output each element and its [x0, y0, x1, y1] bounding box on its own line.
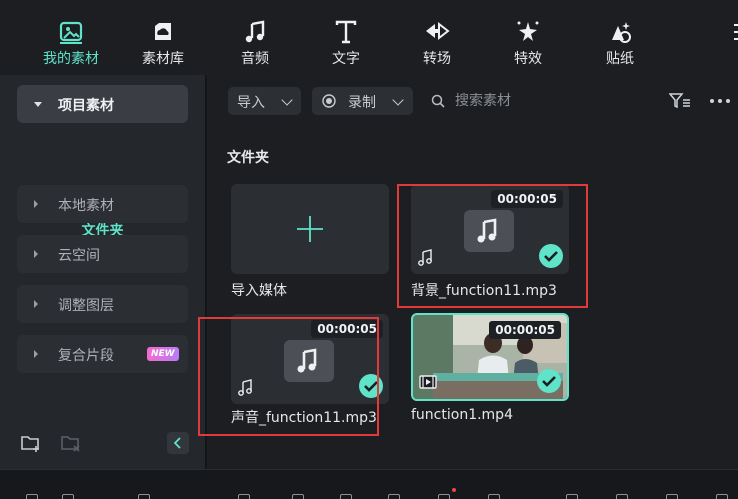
timeline-toolbar: [0, 469, 738, 499]
media-card-video[interactable]: 00:00:05: [411, 313, 569, 401]
search-input[interactable]: [455, 88, 605, 114]
chevron-down-icon: [392, 94, 404, 106]
sidebar-project-media[interactable]: 项目素材: [17, 85, 188, 123]
tab-effects[interactable]: 特效: [491, 0, 565, 75]
import-dropdown[interactable]: 导入: [228, 87, 301, 115]
check-icon: [539, 244, 563, 268]
notification-dot: [452, 488, 456, 492]
sidebar-project-media-label: 项目素材: [58, 98, 114, 114]
sidebar-item-adjustment-layer[interactable]: 调整图层: [17, 285, 188, 323]
check-icon: [537, 369, 561, 393]
timeline-tool-icon[interactable]: [564, 492, 578, 499]
expand-triangle-icon: [34, 102, 42, 107]
timeline-tool-icon[interactable]: [290, 492, 304, 499]
toolbar-more-icon[interactable]: [732, 18, 738, 48]
sidebar-item-label: 本地素材: [58, 198, 114, 214]
duration-badge: 00:00:05: [311, 320, 383, 338]
tab-my-media-label: 我的素材: [43, 51, 99, 67]
new-badge: NEW: [147, 347, 179, 361]
transition-icon: [426, 21, 450, 41]
timeline-tool-icon[interactable]: [486, 492, 500, 499]
sidebar-item-label: 调整图层: [58, 298, 114, 314]
music-note-icon: [245, 20, 265, 43]
collapse-triangle-icon: [34, 350, 38, 358]
effects-icon: [517, 21, 539, 41]
text-icon: [335, 20, 357, 44]
collapse-triangle-icon: [34, 300, 38, 308]
tab-library[interactable]: 素材库: [126, 0, 200, 75]
sidebar-item-label: 云空间: [58, 248, 100, 264]
sticker-icon: [612, 22, 631, 43]
import-dropdown-label: 导入: [237, 95, 265, 111]
filter-icon[interactable]: [669, 92, 691, 110]
timeline-tool-icon[interactable]: [614, 492, 628, 499]
tab-audio[interactable]: 音频: [218, 0, 292, 75]
tab-stickers[interactable]: 贴纸: [583, 0, 657, 75]
media-card-bg-audio[interactable]: 00:00:05: [411, 184, 569, 274]
timeline-tool-icon[interactable]: [436, 492, 450, 499]
audio-type-icon: [418, 249, 432, 266]
media-card-label: function1.mp4: [411, 407, 513, 423]
new-folder-icon[interactable]: [20, 432, 42, 454]
timeline-tool-icon[interactable]: [714, 492, 728, 499]
plus-icon: [297, 216, 323, 242]
timeline-tool-icon[interactable]: [136, 492, 150, 499]
cloud-library-icon: [155, 23, 171, 40]
timeline-tool-icon[interactable]: [236, 492, 250, 499]
collapse-triangle-icon: [34, 250, 38, 258]
filter-bar: 导入 录制: [207, 75, 738, 127]
media-card-voice-audio[interactable]: 00:00:05: [231, 314, 389, 404]
timeline-tool-icon[interactable]: [664, 492, 678, 499]
tab-library-label: 素材库: [142, 51, 184, 67]
tab-text-label: 文字: [332, 51, 360, 67]
music-note-icon: [297, 348, 317, 373]
sidebar-item-local-media[interactable]: 本地素材: [17, 185, 188, 223]
search-icon: [431, 94, 445, 108]
timeline-tool-icon[interactable]: [338, 492, 352, 499]
duration-badge: 00:00:05: [489, 321, 561, 339]
tab-stickers-label: 贴纸: [606, 51, 634, 67]
sidebar-item-cloud-space[interactable]: 云空间: [17, 235, 188, 273]
media-card-label: 背景_function11.mp3: [411, 283, 557, 299]
check-icon: [359, 374, 383, 398]
media-sidebar: 项目素材 文件夹 本地素材 云空间 调整图层 复合片段 NEW: [0, 75, 206, 469]
audio-thumbnail: [464, 210, 514, 252]
top-toolbar: 我的素材 素材库 音频 文字 转场 特效 贴纸: [0, 0, 738, 75]
sidebar-item-compound-clip[interactable]: 复合片段 NEW: [17, 335, 188, 373]
record-dropdown-label: 录制: [348, 95, 376, 111]
sidebar-item-label: 复合片段: [58, 348, 114, 364]
chevron-down-icon: [281, 94, 293, 106]
audio-type-icon: [238, 379, 252, 396]
collapse-sidebar-button[interactable]: [167, 432, 189, 454]
tab-text[interactable]: 文字: [309, 0, 383, 75]
audio-thumbnail: [284, 340, 334, 382]
media-card-label: 声音_function11.mp3: [231, 410, 377, 426]
chevron-left-icon: [173, 437, 181, 449]
timeline-tool-icon[interactable]: [386, 492, 400, 499]
media-icon: [59, 21, 83, 44]
record-icon: [322, 94, 336, 108]
timeline-tool-icon[interactable]: [60, 492, 74, 499]
record-dropdown[interactable]: 录制: [312, 87, 413, 115]
tab-audio-label: 音频: [241, 51, 269, 67]
delete-folder-icon[interactable]: [60, 432, 82, 454]
collapse-triangle-icon: [34, 200, 38, 208]
tab-transition[interactable]: 转场: [400, 0, 474, 75]
video-type-icon: [419, 375, 437, 389]
media-panel: 导入 录制 文件夹 导入媒体: [198, 75, 738, 469]
timeline-tool-icon[interactable]: [24, 492, 38, 499]
tab-effects-label: 特效: [514, 51, 542, 67]
music-note-icon: [477, 218, 497, 243]
import-media-label: 导入媒体: [231, 283, 287, 299]
import-media-card[interactable]: [231, 184, 389, 274]
duration-badge: 00:00:05: [491, 190, 563, 208]
more-options-icon[interactable]: [709, 95, 731, 107]
section-title: 文件夹: [227, 150, 269, 166]
tab-my-media[interactable]: 我的素材: [34, 0, 108, 75]
tab-transition-label: 转场: [423, 51, 451, 67]
